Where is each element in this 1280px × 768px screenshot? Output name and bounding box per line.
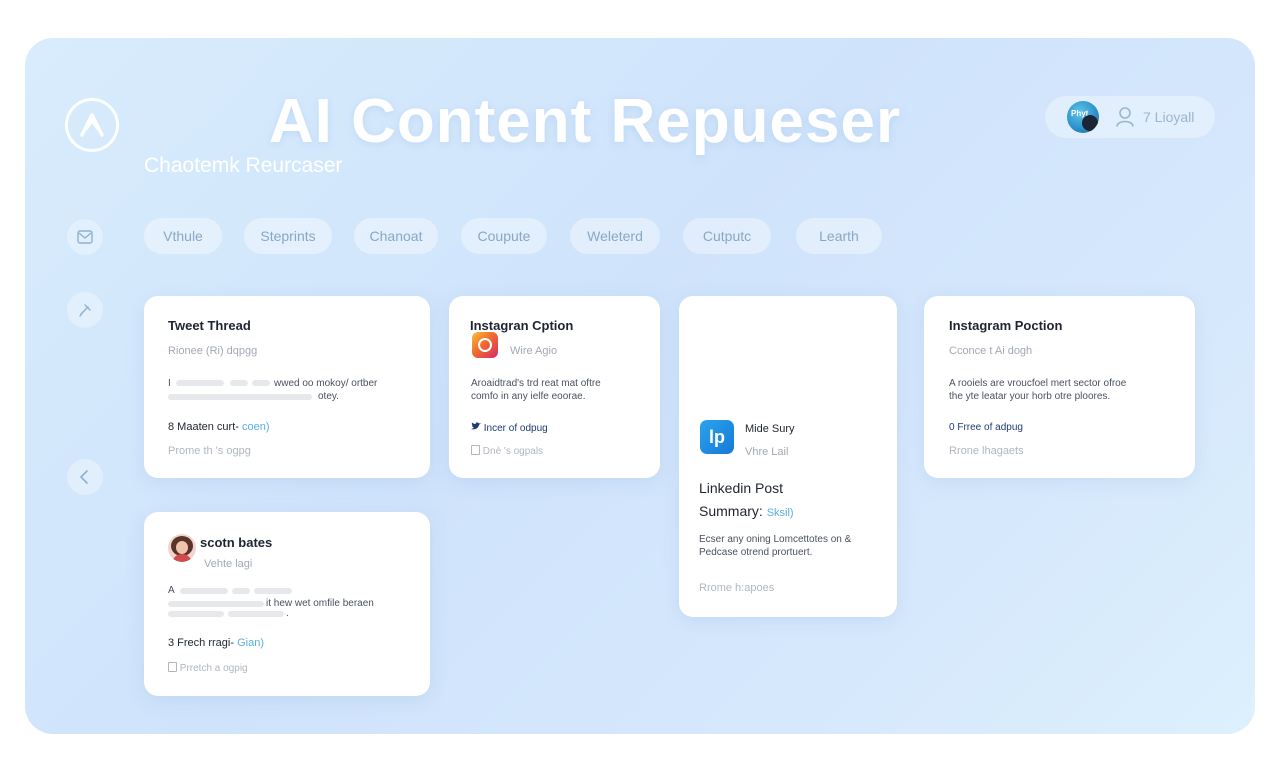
card-body-line1: Ecser any oning Lomcettotes on & [699,534,852,545]
card-body-prefix: I [168,378,171,389]
card-title: Instagram Poction [949,318,1063,333]
instagram-icon [472,332,498,358]
card-meta: 0 Frree of adpug [949,422,1023,433]
card-title: scotn bates [200,535,273,550]
card-body-line2: it hew wet omfile beraen [266,598,374,609]
page-subtitle: Chaotemk Reurcaser [144,154,343,177]
card-body-line2: comfo in any ielfe eoorae. [471,391,586,402]
card-tweet-thread[interactable]: Tweet Thread Rionee (Ri) dqpgg I wwed oo… [144,296,430,478]
author-avatar [168,534,196,562]
card-meta-accent: Gian) [237,637,264,649]
card-footer: Rrome h:apoes [699,582,775,594]
user-label: 7 Lioyall [1143,109,1195,125]
card-footer: Prretch a ogpig [168,662,248,674]
card-body-line1: wwed oo mokoy/ ortber [274,378,378,389]
card-subtitle: Vehte lagi [204,558,253,570]
card-instagram-post[interactable]: Instagram Poction Cconce t Ai dogh A roo… [924,296,1195,478]
card-body-line2: Pedcase otrend prortuert. [699,547,813,558]
tab-vthule[interactable]: Vthule [144,218,222,254]
card-body-line1: A rooiels are vroucfoel mert sector ofro… [949,378,1127,389]
card-title-line2: Summary: Sksil) [699,503,794,519]
chevron-left-icon[interactable] [67,459,103,495]
card-meta: 8 Maaten curt- coen) [168,421,270,433]
card-subtitle: Cconce t Ai dogh [949,345,1033,357]
tab-cutputc[interactable]: Cutputc [683,218,771,254]
card-body-prefix: A [168,585,175,596]
card-body-line1: Aroaidtrad's trd reat mat oftre [471,378,601,389]
tab-weleterd[interactable]: Weleterd [570,218,660,254]
app-panel: AI Content Repueser Chaotemk Reurcaser P… [25,38,1255,734]
card-author: Mide Sury [745,423,795,435]
card-scotn-bates[interactable]: scotn bates Vehte lagi A it hew wet omfi… [144,512,430,696]
card-body-line3: . [286,608,289,619]
card-footer: Rrone lhagaets [949,445,1024,457]
card-title: Tweet Thread [168,318,251,333]
card-body-line2: otey. [318,391,339,402]
twitter-bird-icon [471,422,481,430]
card-footer: Dnè 's ogpals [471,445,543,457]
mail-icon[interactable] [67,219,103,255]
tab-steprints[interactable]: Steprints [244,218,332,254]
avatar[interactable]: Phyt [1067,101,1099,133]
card-footer: Prome th 's ogpg [168,445,251,457]
pin-icon[interactable] [67,292,103,328]
tab-coupute[interactable]: Coupute [461,218,547,254]
card-meta: 3 Frech rragi- Gian) [168,637,264,649]
user-icon[interactable] [1115,106,1135,133]
card-handle: Vhre Lail [745,446,789,458]
page-title: AI Content Repueser [268,87,902,156]
card-meta-accent: coen) [241,421,270,433]
card-subtitle: Rionee (Ri) dqpgg [168,345,258,357]
card-instagram-caption[interactable]: Instagran Cption Wire Agio Aroaidtrad's … [449,296,660,478]
card-meta: Incer of odpug [471,422,548,434]
linkedin-icon: lp [700,420,734,454]
card-title: Instagran Cption [470,318,574,333]
profile-pill[interactable]: Phyt 7 Lioyall [1045,96,1215,138]
card-title: Linkedin Post [699,480,784,496]
card-subtitle: Wire Agio [510,345,558,357]
card-body-line2: the yte leatar your horb otre ploores. [949,391,1111,402]
card-linkedin-post[interactable]: lp Mide Sury Vhre Lail Linkedin Post Sum… [679,296,897,617]
tab-learth[interactable]: Learth [796,218,882,254]
tab-chanoat[interactable]: Chanoat [354,218,438,254]
